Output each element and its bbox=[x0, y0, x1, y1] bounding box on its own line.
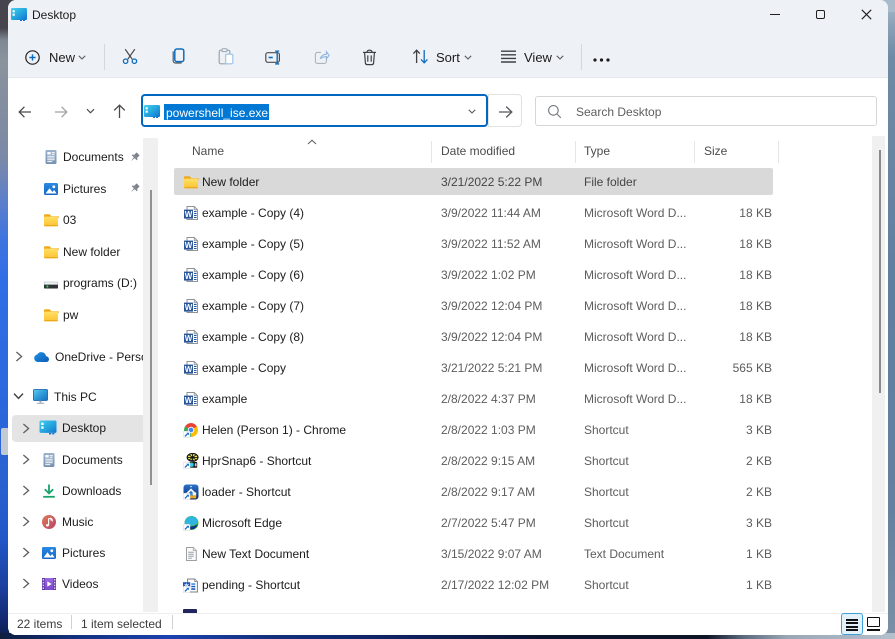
svg-text:W: W bbox=[185, 240, 193, 249]
svg-text:W: W bbox=[185, 271, 193, 280]
svg-text:W: W bbox=[185, 302, 193, 311]
svg-text:W: W bbox=[185, 209, 193, 218]
svg-text:W: W bbox=[185, 395, 193, 404]
svg-text:W: W bbox=[185, 333, 193, 342]
svg-text:W: W bbox=[185, 364, 193, 373]
